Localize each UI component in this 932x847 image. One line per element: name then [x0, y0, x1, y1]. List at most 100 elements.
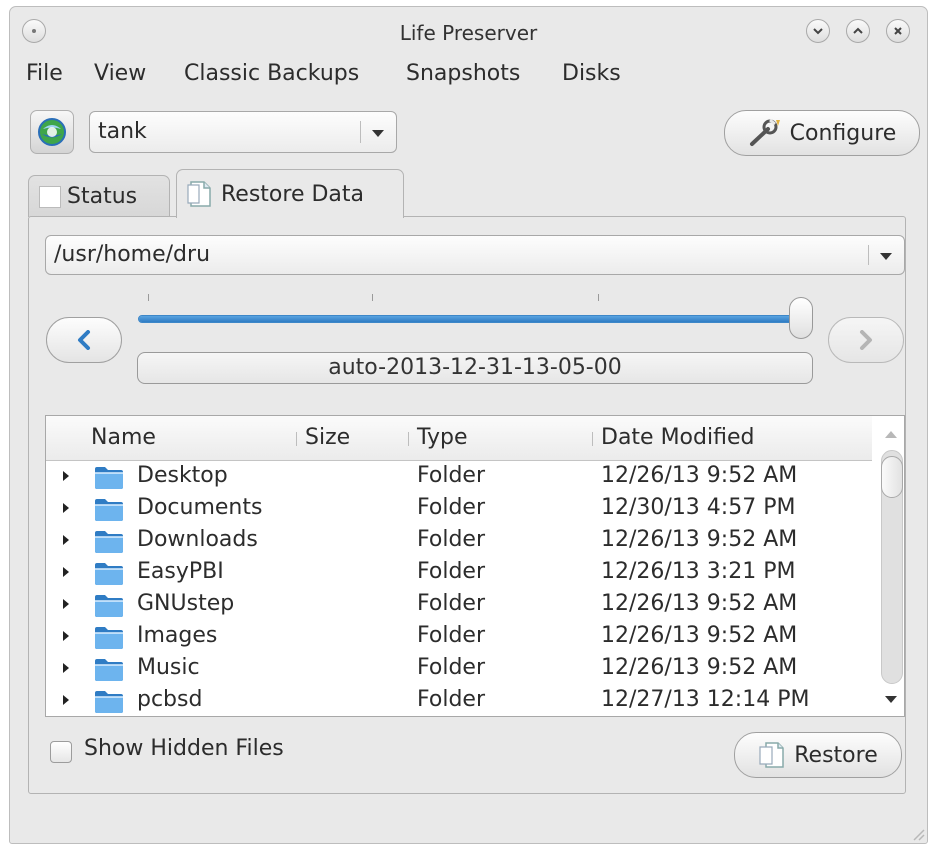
table-row[interactable]: EasyPBI Folder 12/26/13 3:21 PM — [46, 556, 871, 588]
close-button[interactable] — [886, 19, 910, 43]
status-tab-icon — [39, 185, 61, 208]
column-size-header[interactable]: Size — [305, 416, 350, 460]
pool-select-divider — [360, 121, 361, 143]
table-row[interactable]: Images Folder 12/26/13 9:52 AM — [46, 620, 871, 652]
pool-select-value: tank — [98, 119, 147, 144]
document-icon — [759, 742, 784, 768]
tab-status[interactable]: Status — [28, 175, 170, 217]
column-name-header[interactable]: Name — [91, 416, 156, 460]
expand-arrow-icon[interactable] — [63, 663, 69, 673]
folder-icon — [95, 627, 123, 649]
tab-restore-data[interactable]: Restore Data — [176, 169, 404, 218]
row-type: Folder — [417, 559, 485, 584]
chevron-left-icon — [78, 330, 90, 350]
app-icon-button[interactable] — [30, 110, 74, 154]
snapshot-slider[interactable] — [138, 315, 802, 323]
expand-arrow-icon[interactable] — [63, 503, 69, 513]
app-window: Life Preserver File View Classic Backups… — [9, 6, 928, 844]
row-name: Desktop — [137, 463, 228, 488]
scrollbar-thumb[interactable] — [881, 456, 903, 498]
minimize-button[interactable] — [806, 19, 830, 43]
row-date-modified: 12/26/13 9:52 AM — [601, 527, 798, 552]
chevron-down-icon — [372, 130, 384, 137]
row-type: Folder — [417, 527, 485, 552]
column-type-header[interactable]: Type — [417, 416, 468, 460]
configure-label: Configure — [789, 120, 897, 146]
maximize-icon — [853, 27, 863, 34]
life-preserver-app-icon — [38, 118, 66, 146]
menu-classic-backups[interactable]: Classic Backups — [184, 57, 359, 91]
row-name: Images — [137, 623, 218, 648]
show-hidden-files-checkbox[interactable] — [50, 741, 72, 763]
slider-tick — [148, 294, 149, 301]
maximize-button[interactable] — [846, 19, 870, 43]
tree-rows: Desktop Folder 12/26/13 9:52 AM Documents Fo… — [46, 460, 871, 716]
menu-snapshots[interactable]: Snapshots — [406, 57, 520, 91]
column-divider — [592, 432, 593, 446]
folder-icon — [95, 595, 123, 617]
row-name: GNUstep — [137, 591, 235, 616]
pool-select[interactable]: tank — [89, 111, 397, 153]
table-row[interactable]: Documents Folder 12/30/13 4:57 PM — [46, 492, 871, 524]
table-row[interactable]: Downloads Folder 12/26/13 9:52 AM — [46, 524, 871, 556]
title-bar[interactable]: Life Preserver — [10, 7, 927, 55]
column-date-header[interactable]: Date Modified — [601, 416, 754, 460]
expand-arrow-icon[interactable] — [63, 471, 69, 481]
row-type: Folder — [417, 591, 485, 616]
menu-view[interactable]: View — [94, 57, 146, 91]
expand-arrow-icon[interactable] — [63, 695, 69, 705]
restore-label: Restore — [794, 742, 878, 768]
menu-file[interactable]: File — [26, 57, 63, 91]
close-icon — [894, 27, 902, 35]
table-row[interactable]: pcbsd Folder 12/27/13 12:14 PM — [46, 684, 871, 716]
row-date-modified: 12/27/13 12:14 PM — [601, 687, 810, 712]
row-type: Folder — [417, 687, 485, 712]
next-snapshot-button[interactable] — [828, 317, 904, 363]
path-select[interactable]: /usr/home/dru — [45, 235, 905, 275]
row-date-modified: 12/26/13 3:21 PM — [601, 559, 796, 584]
snapshot-name-label: auto-2013-12-31-13-05-00 — [137, 352, 813, 384]
menu-disks[interactable]: Disks — [562, 57, 621, 91]
expand-arrow-icon[interactable] — [63, 631, 69, 641]
folder-icon — [95, 499, 123, 521]
table-row[interactable]: Desktop Folder 12/26/13 9:52 AM — [46, 460, 871, 492]
tab-status-label: Status — [67, 184, 138, 209]
window-title: Life Preserver — [399, 21, 538, 45]
column-divider — [408, 432, 409, 446]
row-name: Music — [137, 655, 200, 680]
expand-arrow-icon[interactable] — [63, 599, 69, 609]
resize-grip-icon[interactable] — [911, 827, 925, 841]
minimize-icon — [813, 28, 823, 35]
slider-tick — [372, 294, 373, 301]
expand-arrow-icon[interactable] — [63, 567, 69, 577]
row-type: Folder — [417, 623, 485, 648]
show-hidden-files-label[interactable]: Show Hidden Files — [84, 736, 284, 761]
path-select-divider — [868, 245, 869, 265]
row-date-modified: 12/26/13 9:52 AM — [601, 591, 798, 616]
row-name: Downloads — [137, 527, 258, 552]
menu-bar: File View Classic Backups Snapshots Disk… — [10, 57, 927, 91]
expand-arrow-icon[interactable] — [63, 535, 69, 545]
row-name: pcbsd — [137, 687, 203, 712]
chevron-down-icon — [880, 253, 892, 260]
tab-restore-data-label: Restore Data — [221, 181, 364, 207]
tree-vertical-scrollbar[interactable] — [872, 416, 904, 716]
document-icon — [187, 181, 211, 207]
path-select-value: /usr/home/dru — [54, 242, 211, 267]
folder-icon — [95, 691, 123, 713]
previous-snapshot-button[interactable] — [46, 317, 122, 363]
configure-button[interactable]: Configure — [724, 110, 920, 156]
slider-tick — [598, 294, 599, 301]
table-row[interactable]: Music Folder 12/26/13 9:52 AM — [46, 652, 871, 684]
table-row[interactable]: GNUstep Folder 12/26/13 9:52 AM — [46, 588, 871, 620]
file-tree[interactable]: Name Size Type Date Modified Desktop Fold… — [45, 415, 905, 717]
snapshot-slider-fill — [139, 316, 801, 322]
row-type: Folder — [417, 495, 485, 520]
folder-icon — [95, 531, 123, 553]
wrench-icon — [749, 118, 780, 146]
row-date-modified: 12/26/13 9:52 AM — [601, 655, 798, 680]
snapshot-slider-handle[interactable] — [789, 297, 813, 339]
restore-button[interactable]: Restore — [734, 732, 902, 778]
folder-icon — [95, 467, 123, 489]
row-type: Folder — [417, 655, 485, 680]
